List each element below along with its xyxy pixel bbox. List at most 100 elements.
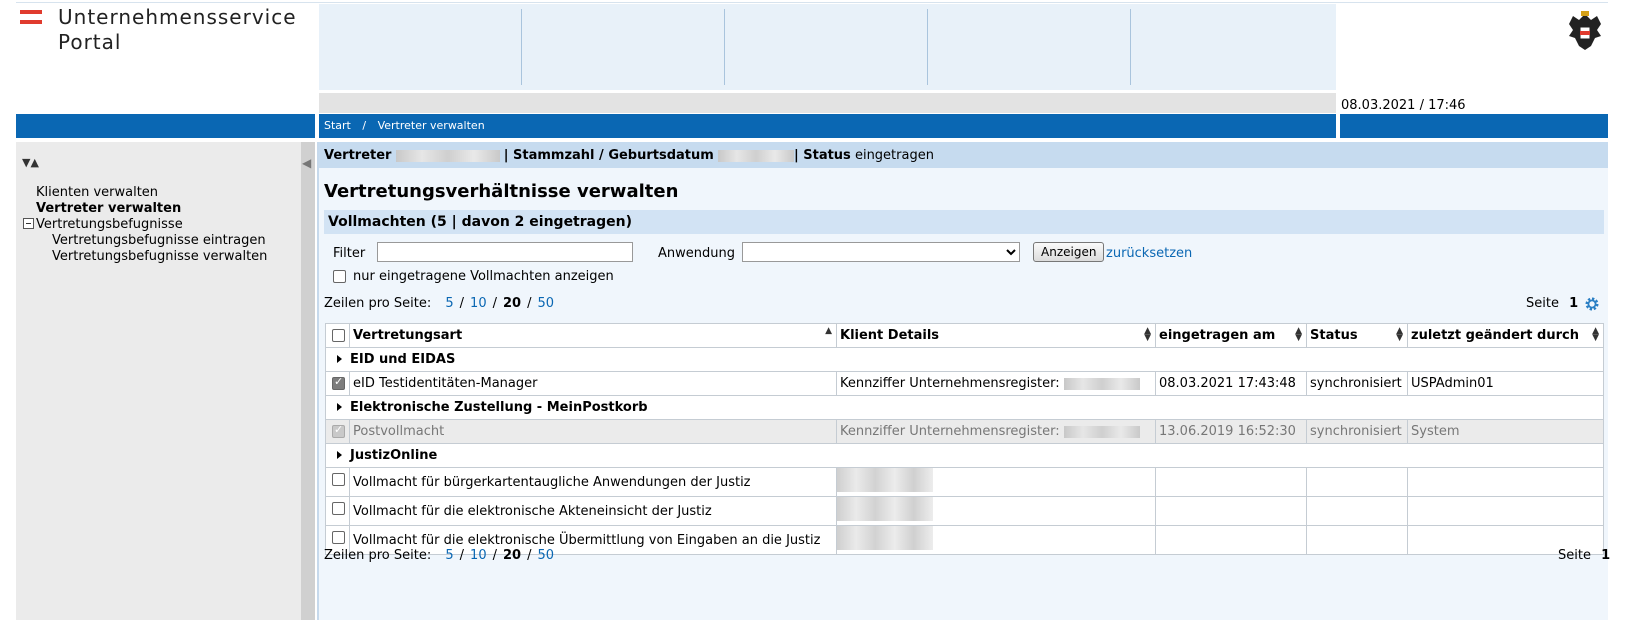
rows-20-current: 20 [502, 548, 522, 563]
col-vertretungsart[interactable]: Vertretungsart ▲ [349, 323, 837, 348]
sort-icon[interactable]: ▲ ▼ [1592, 327, 1599, 343]
select-all-checkbox[interactable] [332, 329, 345, 342]
page-indicator-bottom: Seite 1 [1558, 548, 1610, 563]
group-row[interactable]: EID und EIDAS [325, 347, 1604, 372]
anwendung-select[interactable] [742, 242, 1020, 262]
row-checkbox[interactable] [332, 473, 345, 486]
brand-title[interactable]: Unternehmensservice Portal [58, 5, 297, 55]
sidebar-item-vertretungsbefugnisse[interactable]: Vertretungsbefugnisse [36, 217, 183, 233]
status-value: eingetragen [854, 148, 934, 163]
cell-status [1306, 467, 1408, 497]
group-row[interactable]: JustizOnline [325, 443, 1604, 468]
breadcrumb: Start / Vertreter verwalten [324, 119, 485, 132]
header-cell [1131, 9, 1334, 85]
row-checkbox[interactable] [332, 375, 345, 390]
sidebar-collapse-strip[interactable] [301, 142, 315, 620]
collapse-all-icon[interactable]: ▲ [30, 156, 38, 169]
table-row[interactable]: eID Testidentitäten-Manager Kennziffer U… [325, 371, 1604, 396]
table-header-row: Vertretungsart ▲ Klient Details ▲ ▼ eingetr… [325, 323, 1604, 348]
row-checkbox[interactable] [332, 531, 345, 544]
col-status[interactable]: Status ▲ ▼ [1306, 323, 1408, 348]
group-name: Elektronische Zustellung - MeinPostkorb [350, 400, 648, 415]
collapse-sidebar-icon[interactable]: ◀ [302, 156, 311, 170]
breadcrumb-start[interactable]: Start [324, 119, 351, 132]
cell-eingetragen: 08.03.2021 17:43:48 [1155, 371, 1307, 396]
rows-50-link[interactable]: 50 [537, 296, 554, 311]
group-name: EID und EIDAS [350, 352, 456, 367]
cell-status: synchronisiert [1306, 371, 1408, 396]
group-name: JustizOnline [350, 448, 438, 463]
cell-klient [836, 496, 1156, 526]
cell-klient [836, 525, 1156, 555]
cell-art: Vollmacht für bürgerkartentaugliche Anwe… [349, 467, 837, 497]
rows-10-link[interactable]: 10 [470, 548, 487, 563]
rows-50-link[interactable]: 50 [537, 548, 554, 563]
expand-triangle-icon[interactable] [337, 355, 342, 363]
austria-flag-logo-icon[interactable] [20, 10, 42, 28]
anzeigen-button[interactable]: Anzeigen [1033, 242, 1105, 262]
group-row[interactable]: Elektronische Zustellung - MeinPostkorb [325, 395, 1604, 420]
page-label: Seite [1526, 296, 1559, 311]
row-checkbox[interactable] [332, 502, 345, 515]
redacted-kennziffer [1063, 377, 1140, 390]
filter-input[interactable] [377, 242, 633, 262]
cell-art: Postvollmacht [349, 419, 837, 444]
cell-status [1306, 496, 1408, 526]
page-indicator-top: Seite 1 [1526, 296, 1578, 311]
sidebar-item-vertreter[interactable]: Vertreter verwalten [36, 201, 181, 217]
settings-gear-icon[interactable] [1584, 296, 1600, 312]
sort-asc-icon[interactable]: ▲ [825, 327, 832, 336]
header-gray-strip [319, 93, 1336, 113]
cell-eingetragen [1155, 496, 1307, 526]
breadcrumb-separator: / [362, 119, 367, 132]
redacted-klient [837, 526, 933, 550]
redacted-klient [837, 468, 933, 492]
rows-per-page-label: Zeilen pro Seite: [324, 548, 432, 563]
page-number: 1 [1569, 296, 1579, 311]
stammzahl-label: | Stammzahl / Geburtsdatum [503, 148, 714, 163]
header-cell [319, 9, 522, 85]
col-eingetragen[interactable]: eingetragen am ▲ ▼ [1155, 323, 1307, 348]
cell-status: synchronisiert [1306, 419, 1408, 444]
brand-line1: Unternehmensservice [58, 5, 297, 29]
row-checkbox-disabled [332, 423, 345, 438]
reset-link[interactable]: zurücksetzen [1106, 246, 1192, 261]
cell-art: eID Testidentitäten-Manager [349, 371, 837, 396]
top-divider [16, 2, 1608, 3]
sort-icon[interactable]: ▲ ▼ [1396, 327, 1403, 343]
table-row[interactable]: Vollmacht für die elektronische Aktenein… [325, 496, 1604, 526]
sidebar-item-befugnisse-verwalten[interactable]: Vertretungsbefugnisse verwalten [52, 249, 267, 265]
header-cell [725, 9, 928, 85]
klient-label: Kennziffer Unternehmensregister: [840, 424, 1060, 439]
page-number: 1 [1601, 548, 1611, 563]
cell-eingetragen [1155, 525, 1307, 555]
col-klient-label: Klient Details [840, 328, 940, 343]
sidebar-item-befugnisse-eintragen[interactable]: Vertretungsbefugnisse eintragen [52, 233, 266, 249]
expand-collapse-all-icons[interactable]: ▼▲ [22, 156, 39, 169]
sort-icon[interactable]: ▲ ▼ [1295, 327, 1302, 343]
breadcrumb-current[interactable]: Vertreter verwalten [378, 119, 485, 132]
cell-eingetragen [1155, 467, 1307, 497]
rows-per-page-label: Zeilen pro Seite: [324, 296, 432, 311]
klient-label: Kennziffer Unternehmensregister: [840, 376, 1060, 391]
only-registered-checkbox[interactable] [333, 270, 346, 283]
expand-triangle-icon[interactable] [337, 403, 342, 411]
rows-5-link[interactable]: 5 [445, 296, 453, 311]
anwendung-label: Anwendung [658, 246, 735, 261]
col-geaendert[interactable]: zuletzt geändert durch ▲ ▼ [1407, 323, 1604, 348]
col-vertretungsart-label: Vertretungsart [353, 328, 463, 343]
header-cell [928, 9, 1131, 85]
sidebar-item-klienten[interactable]: Klienten verwalten [36, 185, 158, 201]
col-klient-details[interactable]: Klient Details ▲ ▼ [836, 323, 1156, 348]
table-row[interactable]: Vollmacht für bürgerkartentaugliche Anwe… [325, 467, 1604, 497]
cell-geaendert: System [1407, 419, 1604, 444]
sort-icon[interactable]: ▲ ▼ [1144, 327, 1151, 343]
austrian-eagle-emblem-icon [1569, 11, 1601, 50]
pager-sep: / [527, 296, 532, 311]
tree-collapse-icon[interactable] [23, 218, 34, 229]
rows-10-link[interactable]: 10 [470, 296, 487, 311]
pager-sep: / [459, 548, 465, 563]
expand-triangle-icon[interactable] [337, 451, 342, 459]
header-panel [319, 4, 1336, 90]
rows-5-link[interactable]: 5 [445, 548, 453, 563]
